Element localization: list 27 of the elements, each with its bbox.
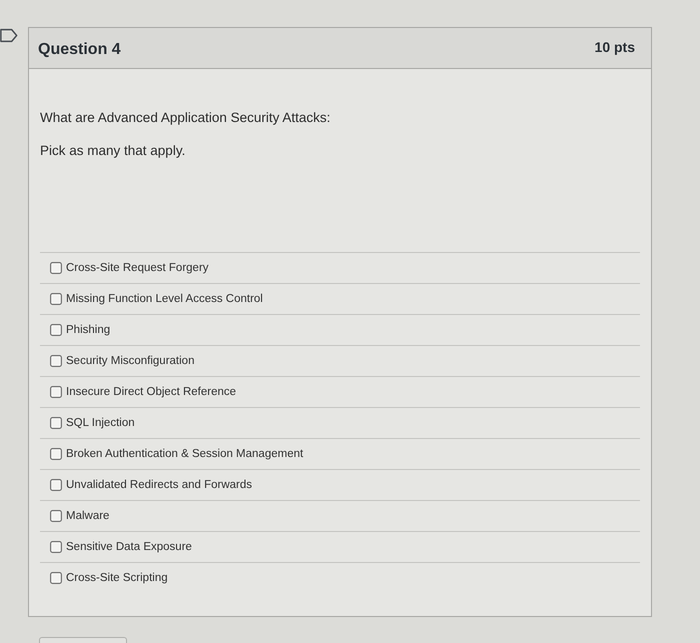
answer-label[interactable]: Phishing: [66, 322, 110, 338]
checkbox[interactable]: [50, 386, 62, 398]
checkbox[interactable]: [50, 324, 62, 336]
checkbox[interactable]: [50, 572, 62, 584]
answer-label[interactable]: Insecure Direct Object Reference: [66, 384, 236, 400]
instruction-text: Pick as many that apply.: [40, 142, 186, 160]
checkbox[interactable]: [50, 448, 62, 460]
question-title: Question 4: [38, 41, 121, 59]
tag-icon[interactable]: [0, 28, 18, 43]
answer-label[interactable]: Unvalidated Redirects and Forwards: [66, 478, 252, 492]
answer-label[interactable]: SQL Injection: [66, 416, 135, 430]
checkbox[interactable]: [50, 479, 62, 491]
checkbox[interactable]: [50, 510, 62, 522]
checkbox[interactable]: [50, 262, 62, 274]
checkbox[interactable]: [50, 541, 62, 553]
question-points: 10 pts: [594, 38, 635, 54]
answer-label[interactable]: Malware: [66, 508, 110, 524]
answer-label[interactable]: Cross-Site Scripting: [66, 570, 168, 586]
checkbox[interactable]: [50, 293, 62, 305]
checkbox[interactable]: [50, 417, 62, 429]
answer-label[interactable]: Missing Function Level Access Control: [66, 292, 263, 306]
answer-label[interactable]: Cross-Site Request Forgery: [66, 260, 209, 276]
checkbox[interactable]: [50, 355, 62, 367]
answer-label[interactable]: Sensitive Data Exposure: [66, 540, 192, 554]
answer-label[interactable]: Broken Authentication & Session Management: [66, 446, 304, 462]
question-text: What are Advanced Application Security Attacks:: [40, 109, 332, 127]
answer-label[interactable]: Security Misconfiguration: [66, 354, 194, 368]
